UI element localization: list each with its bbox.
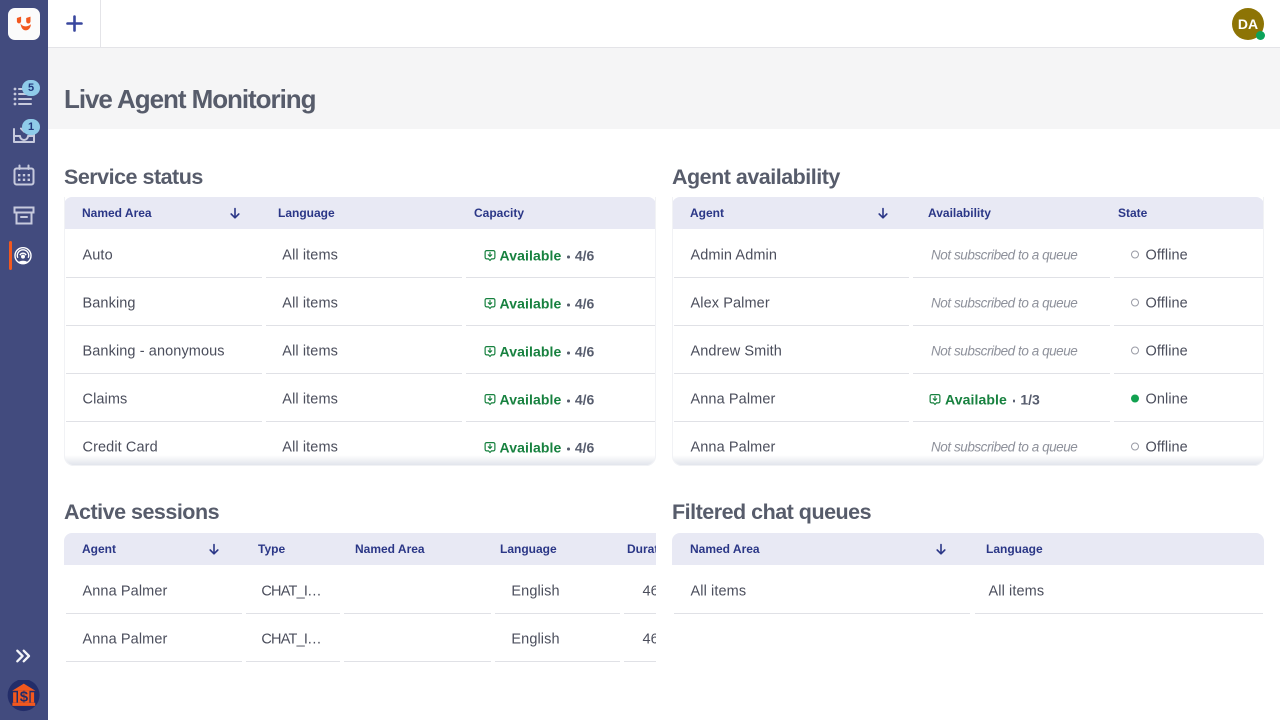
svg-text:$: $ bbox=[20, 689, 29, 706]
